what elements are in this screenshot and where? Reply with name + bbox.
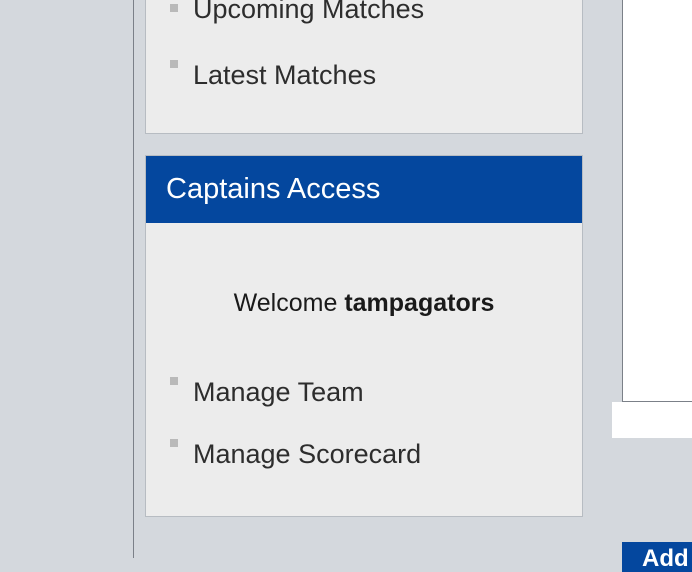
content-footer-band xyxy=(612,402,692,438)
bullet-icon xyxy=(170,377,178,385)
menu-item-label: Upcoming Matches xyxy=(193,0,425,24)
menu-item-label: Latest Matches xyxy=(193,60,377,90)
content-gray-band xyxy=(612,438,692,538)
menu-item-label: Manage Scorecard xyxy=(193,439,422,469)
matches-menu-box: Upcoming Matches Latest Matches xyxy=(145,0,583,134)
username: tampagators xyxy=(344,289,495,317)
captains-access-box: Captains Access Welcome tampagators Mana… xyxy=(145,155,583,517)
bullet-icon xyxy=(170,4,178,12)
welcome-message: Welcome tampagators xyxy=(146,289,582,318)
menu-item-label: Manage Team xyxy=(193,377,364,407)
add-button[interactable]: Add xyxy=(622,542,692,572)
welcome-prefix: Welcome xyxy=(233,289,338,317)
content-panel xyxy=(622,0,692,402)
left-gutter xyxy=(0,0,134,558)
bullet-icon xyxy=(170,60,178,68)
captains-access-header: Captains Access xyxy=(146,156,582,223)
bullet-icon xyxy=(170,439,178,447)
